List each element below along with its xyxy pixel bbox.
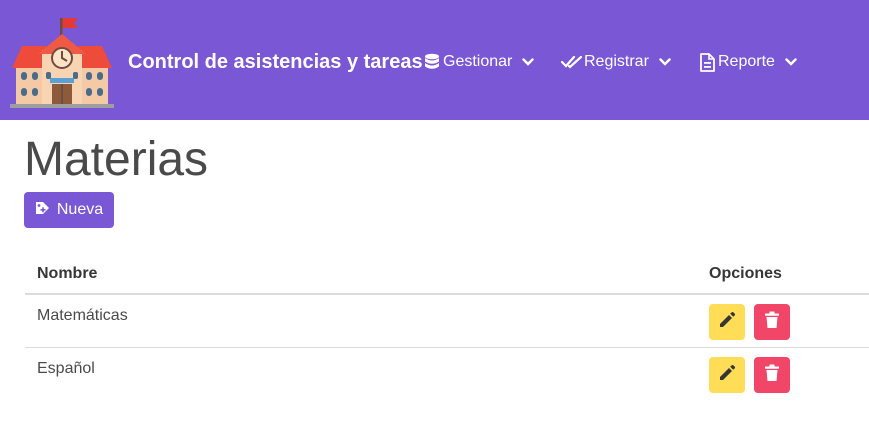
column-header-opciones: Opciones (709, 265, 782, 282)
page-title: Materias (24, 133, 209, 186)
nav-registrar-label: Registrar (584, 53, 649, 70)
nav-gestionar-label: Gestionar (443, 53, 513, 70)
navbar: Control de asistencias y tareas Gestiona… (0, 0, 869, 120)
nav-reporte-label: Reporte (718, 53, 775, 70)
file-report-icon (699, 52, 715, 72)
chevron-down-icon (659, 58, 671, 66)
database-icon (424, 53, 440, 71)
new-button-label: Nueva (56, 201, 104, 218)
trash-icon (764, 364, 780, 387)
subject-name: Español (37, 360, 95, 377)
delete-button[interactable] (754, 357, 790, 393)
new-subject-button[interactable]: Nueva (24, 192, 114, 228)
pencil-icon (718, 364, 736, 387)
subject-name: Matemáticas (37, 307, 128, 324)
brand-title[interactable]: Control de asistencias y tareas (128, 51, 423, 74)
nav-reporte[interactable]: Reporte (699, 50, 797, 74)
tag-plus-icon (35, 201, 57, 220)
edit-button[interactable] (709, 304, 745, 340)
chevron-down-icon (785, 58, 797, 66)
trash-icon (764, 311, 780, 334)
double-check-icon (561, 55, 583, 69)
school-icon[interactable] (10, 14, 114, 110)
table-row: Español (25, 348, 869, 401)
table-row: Matemáticas (25, 295, 869, 348)
pencil-icon (718, 311, 736, 334)
nav-gestionar[interactable]: Gestionar (424, 50, 535, 74)
nav-registrar[interactable]: Registrar (561, 50, 671, 74)
delete-button[interactable] (754, 304, 790, 340)
chevron-down-icon (522, 58, 535, 66)
column-header-nombre: Nombre (37, 265, 98, 282)
edit-button[interactable] (709, 357, 745, 393)
